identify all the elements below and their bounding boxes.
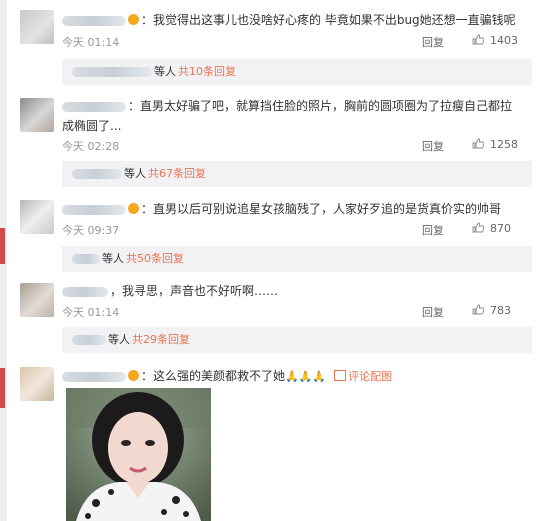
reply-thread[interactable]: 等人 共67条回复 xyxy=(62,161,532,187)
reply-users-blurred xyxy=(72,67,152,77)
left-edge-accent xyxy=(0,368,5,408)
thumbs-up-icon xyxy=(472,138,484,149)
like-button[interactable]: 1403 xyxy=(472,34,524,47)
vip-badge-icon xyxy=(128,370,139,381)
comment-text: ，我寻思，声音也不好听啊…… xyxy=(62,281,522,301)
reply-users-suffix: 等人 xyxy=(108,333,130,346)
view-replies-link[interactable]: 共67条回复 xyxy=(148,167,206,180)
vip-badge-icon xyxy=(128,203,139,214)
comment-meta: 今天 09:37 回复 870 xyxy=(62,222,524,238)
vip-badge-icon xyxy=(128,14,139,25)
username-blurred[interactable] xyxy=(62,15,126,26)
comment-body-continued: 成椭圆了... xyxy=(62,119,122,133)
comment-meta: 今天 01:14 回复 1403 xyxy=(62,34,524,50)
like-button[interactable]: 870 xyxy=(472,222,524,235)
like-count: 783 xyxy=(490,304,511,317)
username-blurred[interactable] xyxy=(62,371,126,382)
like-count: 870 xyxy=(490,222,511,235)
timestamp: 今天 02:28 xyxy=(62,140,120,153)
timestamp: 今天 01:14 xyxy=(62,36,120,49)
reply-users-suffix: 等人 xyxy=(102,252,124,265)
comment-body: 我觉得出这事儿也没啥好心疼的 毕竟如果不出bug她还想一直骗钱呢 xyxy=(153,13,516,27)
reply-button[interactable]: 回复 xyxy=(422,34,444,50)
image-icon xyxy=(334,370,347,381)
reply-thread[interactable]: 等人 共10条回复 xyxy=(62,59,532,85)
reply-users-blurred xyxy=(72,254,100,264)
avatar[interactable] xyxy=(20,98,54,132)
thumbs-up-icon xyxy=(472,222,484,233)
comment-image-link[interactable]: 评论配图 xyxy=(334,370,392,383)
comment-meta: 今天 01:14 回复 783 xyxy=(62,304,524,320)
username-blurred[interactable] xyxy=(62,204,126,215)
comment-body: 直男以后可别说追星女孩脑残了，人家好歹追的是货真价实的帅哥 xyxy=(153,202,502,216)
comment-body: 直男太好骗了吧，就算挡住脸的照片，胸前的圆项圈为了拉瘦自己都拉 xyxy=(140,99,513,113)
comment-body: 我寻思，声音也不好听啊…… xyxy=(122,284,279,298)
emoji: 🙏🙏🙏 xyxy=(285,370,327,383)
portrait-image xyxy=(66,388,211,521)
comment-text: ：直男以后可别说追星女孩脑残了，人家好歹追的是货真价实的帅哥 xyxy=(62,199,522,219)
comment-meta: 今天 02:28 回复 1258 xyxy=(62,138,524,154)
username-blurred[interactable] xyxy=(62,286,108,297)
comment-text: ：直男太好骗了吧，就算挡住脸的照片，胸前的圆项圈为了拉瘦自己都拉 成椭圆了... xyxy=(62,99,513,133)
reply-thread[interactable]: 等人 共50条回复 xyxy=(62,246,532,272)
like-count: 1258 xyxy=(490,138,518,151)
avatar[interactable] xyxy=(20,283,54,317)
timestamp: 今天 09:37 xyxy=(62,224,120,237)
avatar[interactable] xyxy=(20,10,54,44)
view-replies-link[interactable]: 共10条回复 xyxy=(178,65,236,78)
reply-users-suffix: 等人 xyxy=(154,65,176,78)
avatar[interactable] xyxy=(20,367,54,401)
reply-button[interactable]: 回复 xyxy=(422,304,444,320)
username-blurred[interactable] xyxy=(62,101,126,112)
timestamp: 今天 01:14 xyxy=(62,306,120,319)
comment-attached-photo[interactable] xyxy=(66,388,211,521)
comment-text: ：我觉得出这事儿也没啥好心疼的 毕竟如果不出bug她还想一直骗钱呢 xyxy=(62,10,522,30)
reply-button[interactable]: 回复 xyxy=(422,222,444,238)
left-edge-accent xyxy=(0,228,5,264)
like-button[interactable]: 783 xyxy=(472,304,524,317)
comment-body: 这么强的美颜都救不了她 xyxy=(153,369,286,383)
avatar[interactable] xyxy=(20,200,54,234)
thumbs-up-icon xyxy=(472,34,484,45)
like-button[interactable]: 1258 xyxy=(472,138,524,151)
reply-users-suffix: 等人 xyxy=(124,167,146,180)
thumbs-up-icon xyxy=(472,304,484,315)
view-replies-link[interactable]: 共29条回复 xyxy=(132,333,190,346)
comment-list: ：我觉得出这事儿也没啥好心疼的 毕竟如果不出bug她还想一直骗钱呢 今天 01:… xyxy=(8,0,538,521)
reply-button[interactable]: 回复 xyxy=(422,138,444,154)
reply-users-blurred xyxy=(72,335,106,345)
comment-text: ：这么强的美颜都救不了她🙏🙏🙏 评论配图 xyxy=(62,366,522,387)
comment-image-link-label: 评论配图 xyxy=(348,370,393,383)
reply-thread[interactable]: 等人 共29条回复 xyxy=(62,327,532,353)
reply-users-blurred xyxy=(72,169,122,179)
like-count: 1403 xyxy=(490,34,518,47)
view-replies-link[interactable]: 共50条回复 xyxy=(126,252,184,265)
